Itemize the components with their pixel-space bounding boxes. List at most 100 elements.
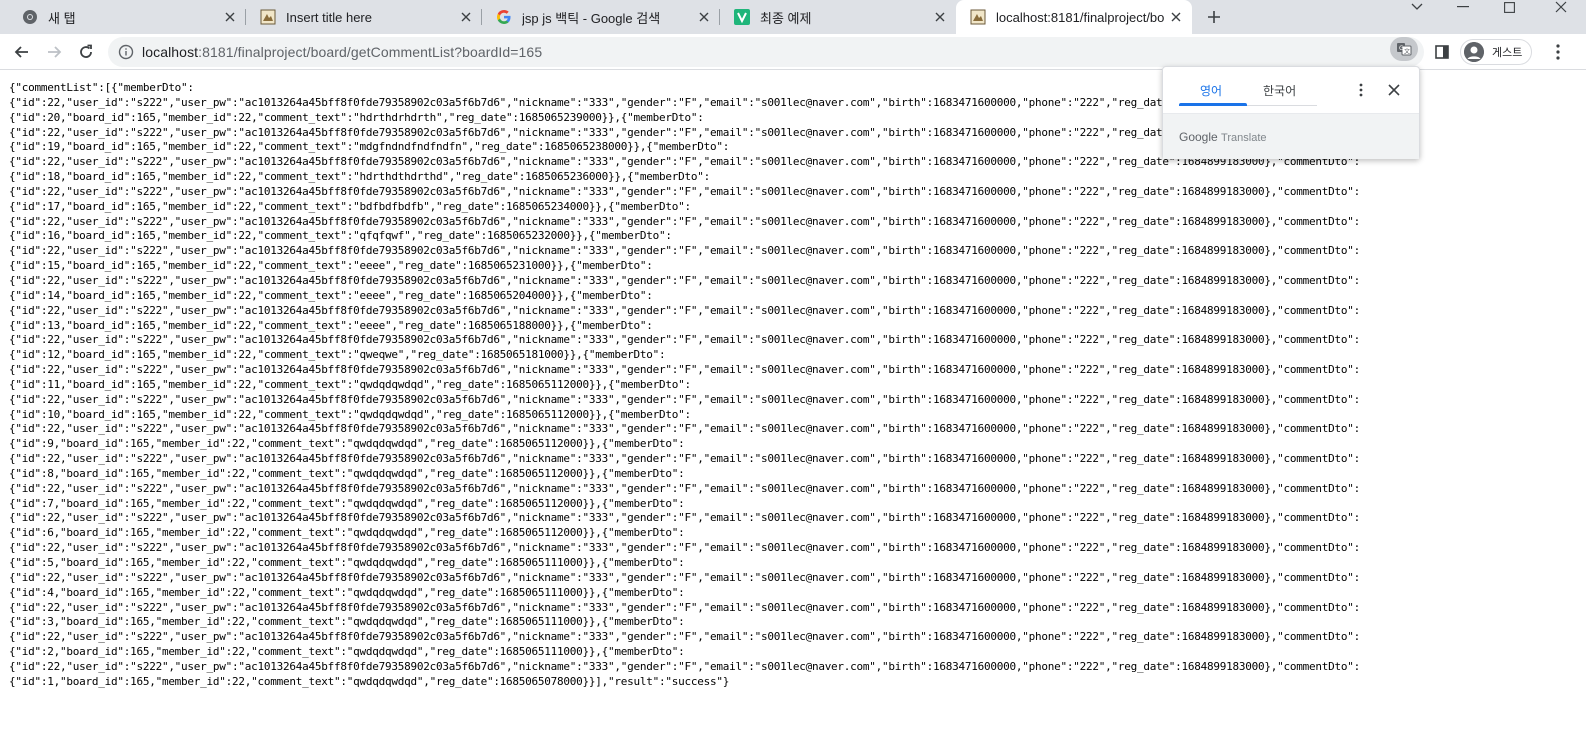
close-window-button[interactable] [1538, 0, 1584, 14]
url-text: localhost:8181/finalproject/board/getCom… [142, 44, 542, 60]
reload-button[interactable] [72, 38, 100, 66]
tab-title: 새 탭 [48, 10, 76, 26]
tab-google-search[interactable]: jsp js 백틱 - Google 검색 [482, 0, 720, 34]
translate-icon: G文 [1397, 43, 1412, 56]
json-line: {"id":22,"user_id":"s222","user_pw":"ac1… [9, 570, 1360, 584]
kebab-menu-icon [1556, 44, 1560, 60]
json-line: {"id":3,"board_id":165,"member_id":22,"c… [9, 615, 685, 629]
google-icon [496, 9, 512, 25]
close-tab-icon[interactable] [1168, 9, 1184, 25]
plus-icon [1208, 11, 1220, 23]
page-right-edge [1580, 71, 1586, 740]
json-line: {"id":4,"board_id":165,"member_id":22,"c… [9, 585, 685, 599]
page-content: {"commentList":[{"memberDto": {"id":22,"u… [0, 71, 1586, 740]
tab-title: 최종 예제 [760, 10, 812, 26]
side-panel-button[interactable] [1432, 42, 1452, 62]
google-translate-logo: Google Translate [1179, 130, 1267, 144]
tab-title: Insert title here [286, 9, 372, 25]
minimize-button[interactable] [1440, 0, 1486, 14]
json-line: {"id":22,"user_id":"s222","user_pw":"ac1… [9, 273, 1360, 287]
chevron-down-icon [1411, 3, 1423, 10]
close-icon [1388, 84, 1400, 96]
brand-name: Google [1179, 130, 1218, 144]
page-icon [260, 9, 276, 25]
json-line: {"id":8,"board_id":165,"member_id":22,"c… [9, 466, 685, 480]
json-line: {"id":5,"board_id":165,"member_id":22,"c… [9, 556, 685, 569]
arrow-left-icon [14, 46, 28, 58]
tab-title: localhost:8181/finalproject/boar [996, 9, 1164, 25]
json-line: {"id":10,"board_id":165,"member_id":22,"… [9, 407, 691, 421]
json-line: {"id":9,"board_id":165,"member_id":22,"c… [9, 437, 685, 451]
active-tab-indicator [1179, 103, 1247, 106]
json-line: {"id":22,"user_id":"s222","user_pw":"ac1… [9, 244, 1360, 258]
translate-options-button[interactable] [1353, 82, 1369, 98]
translate-button[interactable]: G文 [1390, 37, 1418, 61]
close-icon [1555, 1, 1567, 13]
json-line: {"id":17,"board_id":165,"member_id":22,"… [9, 199, 691, 213]
arrow-right-icon [48, 46, 62, 58]
menu-button[interactable] [1548, 42, 1568, 62]
guest-avatar-icon [1464, 42, 1484, 62]
json-line: {"id":6,"board_id":165,"member_id":22,"c… [9, 526, 685, 540]
v-icon [734, 9, 750, 25]
json-line: {"id":22,"user_id":"s222","user_pw":"ac1… [9, 214, 1360, 228]
json-line: {"id":12,"board_id":165,"member_id":22,"… [9, 348, 666, 362]
svg-text:文: 文 [1404, 48, 1410, 56]
json-line: {"id":16,"board_id":165,"member_id":22,"… [9, 229, 672, 243]
page-icon [970, 9, 986, 25]
json-line: {"id":18,"board_id":165,"member_id":22,"… [9, 170, 710, 184]
close-tab-icon[interactable] [696, 9, 712, 25]
new-tab-button[interactable] [1200, 3, 1228, 31]
kebab-menu-icon [1359, 83, 1363, 97]
url-host: localhost [142, 44, 199, 60]
translate-close-button[interactable] [1385, 81, 1403, 99]
json-line: {"id":14,"board_id":165,"member_id":22,"… [9, 288, 653, 302]
json-line: {"id":15,"board_id":165,"member_id":22,"… [9, 259, 653, 273]
back-button[interactable] [8, 38, 36, 66]
json-line: {"id":11,"board_id":165,"member_id":22,"… [9, 377, 691, 391]
json-line: {"id":22,"user_id":"s222","user_pw":"ac1… [9, 303, 1360, 317]
json-response-text: {"commentList":[{"memberDto": {"id":22,"u… [9, 81, 1509, 690]
json-line: {"id":22,"user_id":"s222","user_pw":"ac1… [9, 363, 1360, 377]
close-tab-icon[interactable] [932, 9, 948, 25]
tab-new-tab[interactable]: 새 탭 [8, 0, 246, 34]
json-line: {"id":22,"user_id":"s222","user_pw":"ac1… [9, 600, 1360, 614]
tab-localhost-active[interactable]: localhost:8181/finalproject/boar [956, 0, 1192, 34]
address-bar[interactable]: localhost:8181/finalproject/board/getCom… [108, 37, 1424, 67]
brand-suffix: Translate [1221, 132, 1267, 144]
maximize-icon [1503, 1, 1515, 13]
info-icon[interactable] [118, 44, 134, 60]
profile-button[interactable]: 게스트 [1460, 39, 1532, 65]
json-line: {"id":22,"user_id":"s222","user_pw":"ac1… [9, 184, 1360, 198]
side-panel-icon [1435, 45, 1449, 59]
translate-popup: 영어 한국어 Google Translate [1162, 66, 1420, 159]
forward-button[interactable] [40, 38, 68, 66]
json-line: {"id":13,"board_id":165,"member_id":22,"… [9, 318, 653, 332]
json-line: {"id":22,"user_id":"s222","user_pw":"ac1… [9, 630, 1360, 644]
tab-search-button[interactable] [1394, 0, 1440, 14]
json-line: {"id":22,"user_id":"s222","user_pw":"ac1… [9, 541, 1360, 555]
json-line: {"id":7,"board_id":165,"member_id":22,"c… [9, 496, 685, 510]
translate-tab-target[interactable]: 한국어 [1263, 82, 1296, 99]
tab-title: jsp js 백틱 - Google 검색 [522, 10, 661, 26]
json-line: {"id":22,"user_id":"s222","user_pw":"ac1… [9, 481, 1360, 495]
translate-language-tabs: 영어 한국어 [1179, 79, 1317, 106]
minimize-icon [1457, 6, 1469, 8]
json-line: {"id":1,"board_id":165,"member_id":22,"c… [9, 674, 730, 688]
json-line: {"id":2,"board_id":165,"member_id":22,"c… [9, 645, 685, 659]
translate-footer: Google Translate [1163, 113, 1419, 159]
url-path: :8181/finalproject/board/getCommentList?… [198, 44, 543, 60]
json-line: {"id":22,"user_id":"s222","user_pw":"ac1… [9, 422, 1360, 436]
close-tab-icon[interactable] [458, 9, 474, 25]
browser-toolbar: localhost:8181/finalproject/board/getCom… [0, 34, 1586, 70]
json-line: {"id":22,"user_id":"s222","user_pw":"ac1… [9, 392, 1360, 406]
tab-insert-title[interactable]: Insert title here [246, 0, 482, 34]
maximize-button[interactable] [1486, 0, 1532, 14]
tab-final-example[interactable]: 최종 예제 [720, 0, 956, 34]
json-line: {"id":22,"user_id":"s222","user_pw":"ac1… [9, 511, 1360, 525]
json-line: {"id":22,"user_id":"s222","user_pw":"ac1… [9, 333, 1360, 347]
close-tab-icon[interactable] [222, 9, 238, 25]
tab-strip: 새 탭 Insert title here jsp js 백틱 - Google… [0, 0, 1586, 34]
reload-icon [80, 44, 92, 58]
translate-tab-source[interactable]: 영어 [1200, 82, 1222, 99]
